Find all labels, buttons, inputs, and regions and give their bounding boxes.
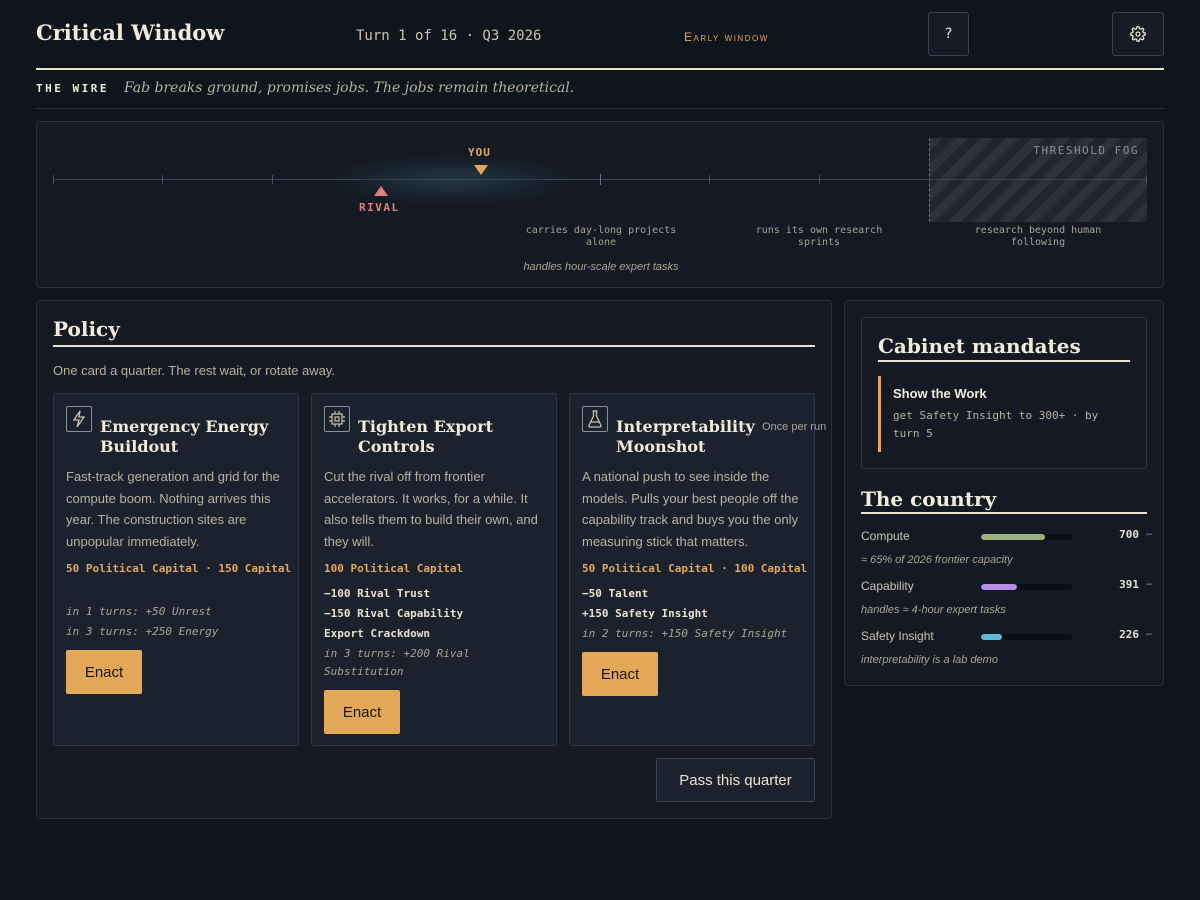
help-icon: ? bbox=[944, 26, 953, 42]
stat-note: ≈ 65% of 2026 frontier capacity bbox=[861, 554, 1013, 566]
card-description: Fast-track generation and grid for the c… bbox=[66, 469, 280, 550]
card-cost: 50 Political Capital · 100 Capital bbox=[582, 562, 808, 575]
track-tick bbox=[709, 175, 710, 184]
mandate-name: Show the Work bbox=[893, 386, 987, 401]
card-effect: Export Crackdown bbox=[324, 627, 430, 640]
milestone-label: research beyond human following bbox=[974, 225, 1102, 248]
milestone-label: runs its own research sprints bbox=[755, 225, 883, 248]
track-tick bbox=[600, 174, 601, 185]
policy-subtitle: One card a quarter. The rest wait, or ro… bbox=[53, 363, 336, 378]
stat-note: interpretability is a lab demo bbox=[861, 654, 998, 666]
stat-bar-fill bbox=[981, 634, 1003, 640]
policy-title: Policy bbox=[53, 317, 815, 347]
stat-trend: – bbox=[1146, 528, 1153, 540]
stat-value: 391 bbox=[1119, 578, 1139, 591]
policy-panel: Policy One card a quarter. The rest wait… bbox=[36, 300, 832, 819]
help-button[interactable]: ? bbox=[928, 12, 969, 56]
window-status: Early window bbox=[684, 30, 769, 44]
current-milestone-note: handles hour-scale expert tasks bbox=[523, 261, 679, 273]
rival-marker-icon bbox=[374, 186, 388, 196]
card-tag: Once per run bbox=[762, 421, 827, 433]
card-effect: −50 Talent bbox=[582, 587, 649, 600]
mandate-item: Show the Work get Safety Insight to 300+… bbox=[878, 376, 1130, 452]
game-title: Critical Window bbox=[36, 20, 225, 45]
card-title: Tighten Export Controls bbox=[358, 417, 493, 456]
policy-card-interpretability[interactable]: Interpretability Moonshot Once per run A… bbox=[569, 393, 826, 746]
wire-headline: Fab breaks ground, promises jobs. The jo… bbox=[124, 80, 575, 96]
card-delayed-effect: in 1 turns: +50 Unrest bbox=[66, 605, 212, 618]
card-cost: 50 Political Capital · 150 Capital bbox=[66, 562, 292, 575]
stat-capability: Capability 391 – bbox=[861, 577, 1152, 597]
track-tick bbox=[162, 175, 163, 184]
policy-card-energy[interactable]: Emergency Energy Buildout Fast-track gen… bbox=[53, 393, 299, 746]
news-wire: THE WIRE Fab breaks ground, promises job… bbox=[36, 78, 1164, 109]
fog-label: THRESHOLD FOG bbox=[1033, 144, 1139, 157]
stat-label: Capability bbox=[861, 579, 914, 593]
wire-label: THE WIRE bbox=[36, 82, 109, 95]
stat-bar bbox=[981, 634, 1073, 640]
card-effect: −100 Rival Trust bbox=[324, 587, 430, 600]
flask-icon bbox=[582, 406, 608, 432]
stat-bar-fill bbox=[981, 584, 1017, 590]
card-title: Emergency Energy Buildout bbox=[100, 417, 269, 456]
stat-value: 226 bbox=[1119, 628, 1139, 641]
stat-bar bbox=[981, 584, 1073, 590]
country-title: The country bbox=[861, 487, 1147, 514]
capability-track: THRESHOLD FOG YOU RIVAL carries day-long… bbox=[36, 121, 1164, 288]
stat-bar bbox=[981, 534, 1073, 540]
you-marker-icon bbox=[474, 165, 488, 175]
stat-trend: – bbox=[1146, 578, 1153, 590]
turn-indicator: Turn 1 of 16 · Q3 2026 bbox=[356, 28, 542, 44]
settings-button[interactable] bbox=[1112, 12, 1164, 56]
stat-safety-insight: Safety Insight 226 – bbox=[861, 627, 1152, 647]
cabinet-mandates: Cabinet mandates Show the Work get Safet… bbox=[861, 317, 1147, 469]
policy-card-export-controls[interactable]: Tighten Export Controls Cut the rival of… bbox=[311, 393, 557, 746]
stat-label: Compute bbox=[861, 529, 910, 543]
top-bar: Critical Window Turn 1 of 16 · Q3 2026 E… bbox=[36, 0, 1164, 70]
pass-quarter-button[interactable]: Pass this quarter bbox=[656, 758, 815, 802]
status-panel: Cabinet mandates Show the Work get Safet… bbox=[844, 300, 1164, 686]
enact-button[interactable]: Enact bbox=[66, 650, 142, 694]
enact-button[interactable]: Enact bbox=[324, 690, 400, 734]
enact-button[interactable]: Enact bbox=[582, 652, 658, 696]
lightning-icon bbox=[66, 406, 92, 432]
track-tick bbox=[272, 175, 273, 184]
milestone-label: carries day-long projects alone bbox=[525, 225, 677, 248]
gear-icon bbox=[1130, 26, 1146, 42]
chip-icon bbox=[324, 406, 350, 432]
stat-label: Safety Insight bbox=[861, 629, 934, 643]
card-description: Cut the rival off from frontier accelera… bbox=[324, 469, 538, 550]
stat-trend: – bbox=[1146, 628, 1153, 640]
mandate-description: get Safety Insight to 300+ · by turn 5 bbox=[893, 409, 1099, 440]
rival-label: RIVAL bbox=[359, 201, 400, 214]
card-description: A national push to see inside the models… bbox=[582, 469, 799, 550]
track-tick bbox=[53, 175, 54, 184]
stat-compute: Compute 700 – bbox=[861, 527, 1152, 547]
you-label: YOU bbox=[468, 146, 491, 159]
stat-value: 700 bbox=[1119, 528, 1139, 541]
card-cost: 100 Political Capital bbox=[324, 562, 464, 575]
track-tick bbox=[819, 175, 820, 184]
card-delayed-effect: in 3 turns: +200 Rival Substitution bbox=[324, 647, 470, 678]
card-effect: −150 Rival Capability bbox=[324, 607, 464, 620]
card-delayed-effect: in 2 turns: +150 Safety Insight bbox=[582, 627, 788, 640]
stat-note: handles ≈ 4-hour expert tasks bbox=[861, 604, 1006, 616]
mandates-title: Cabinet mandates bbox=[878, 334, 1130, 362]
position-glow bbox=[327, 155, 577, 205]
card-delayed-effect: in 3 turns: +250 Energy bbox=[66, 625, 219, 638]
card-effect: +150 Safety Insight bbox=[582, 607, 708, 620]
stat-bar-fill bbox=[981, 534, 1046, 540]
track-tick bbox=[1146, 175, 1147, 184]
threshold-fog: THRESHOLD FOG bbox=[929, 138, 1147, 222]
